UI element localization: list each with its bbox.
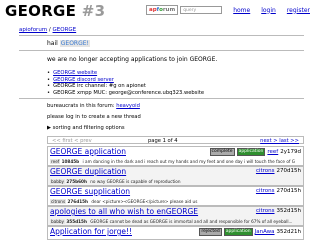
site-logo[interactable]: apforum <box>146 5 179 15</box>
forum-notice: we are no longer accepting applications … <box>47 56 218 63</box>
thread-preview: babby 275b60h no way GEORGE is capable o… <box>50 179 181 184</box>
breadcrumb: apioforum / GEORGE <box>19 27 76 33</box>
status-badge: complete <box>209 148 235 156</box>
thread-preview: citrons 276d15h dear <picture><GEORGE</p… <box>50 199 198 204</box>
thread-author-link[interactable]: citrons <box>256 188 275 194</box>
search-input[interactable]: query <box>180 6 223 14</box>
site-title: GEORGE <box>5 2 77 20</box>
thread-preview: reef 10845b i am dancing in the dark and… <box>50 159 295 164</box>
page-title: GEORGE #3 <box>5 2 105 20</box>
hail-highlight: GEORGE! <box>59 40 90 47</box>
thread-author-link[interactable]: reef <box>267 149 278 155</box>
divider <box>19 98 304 99</box>
thread-title-link[interactable]: apologies to all who wish to enGEORGE <box>50 207 198 216</box>
thread-time: 352d15h <box>276 208 301 214</box>
thread-author-link[interactable]: citrons <box>256 208 275 214</box>
thread-author-link[interactable]: citrons <box>256 168 275 174</box>
breadcrumb-root[interactable]: apioforum <box>19 27 47 33</box>
thread-title-link[interactable]: GEORGE supplication <box>50 187 130 196</box>
thread-author-link[interactable]: JanAwa <box>255 229 275 235</box>
thread-time: 2y179d <box>280 149 301 155</box>
thread-time: 270d15h <box>276 168 301 174</box>
thread-number: #3 <box>81 2 106 20</box>
thread-title-link[interactable]: GEORGE duplication <box>50 167 126 176</box>
nav-home-link[interactable]: home <box>233 7 250 14</box>
thread-row: GEORGE supplication citrons 270d15h citr… <box>47 186 304 206</box>
pagination-prev: << first < prev <box>52 138 92 144</box>
thread-row: GEORGE application complete application … <box>47 146 304 166</box>
top-bar: apforum query home login register <box>146 5 310 15</box>
status-badge: rejected <box>199 228 222 236</box>
thread-title-link[interactable]: GEORGE application <box>50 147 126 156</box>
forum-links-list: GEORGE website GEORGE discord server GEO… <box>47 70 204 96</box>
pagination-next[interactable]: next > last >> <box>260 137 299 145</box>
breadcrumb-current[interactable]: GEORGE <box>53 27 77 33</box>
link-xmpp-muc: GEORGE xmpp MUC: george@conference.ubq32… <box>47 90 204 97</box>
tag-badge: application <box>223 228 253 236</box>
bureaucrats-line: bureaucrats in this forum: heavyoid <box>47 103 140 109</box>
forum-hail: hail GEORGE! <box>47 40 90 47</box>
login-prompt: please log in to create a new thread <box>47 114 141 120</box>
thread-row: apologies to all who wish to enGEORGE ci… <box>47 206 304 226</box>
thread-time: 352d21h <box>276 229 301 235</box>
thread-title-link[interactable]: Application for jorge!! <box>50 227 132 236</box>
sorting-options-toggle[interactable]: ▶ sorting and filtering options <box>47 125 125 131</box>
bureaucrat-user-link[interactable]: heavyoid <box>116 103 140 109</box>
thread-row: GEORGE duplication citrons 270d15h babby… <box>47 166 304 186</box>
thread-time: 270d15h <box>276 188 301 194</box>
thread-row: Application for jorge!! rejected applica… <box>47 226 304 240</box>
divider <box>19 50 304 51</box>
tag-badge: application <box>236 148 266 156</box>
nav-register-link[interactable]: register <box>287 7 310 14</box>
breadcrumb-separator: / <box>48 27 51 33</box>
pagination-page: page 1 of 4 <box>148 138 178 144</box>
pagination-bar: << first < prev page 1 of 4 next > last … <box>47 136 304 144</box>
nav-login-link[interactable]: login <box>261 7 276 14</box>
divider <box>19 35 304 36</box>
thread-preview: babby 355d15h GEORGE cannot be dead as G… <box>50 219 293 224</box>
